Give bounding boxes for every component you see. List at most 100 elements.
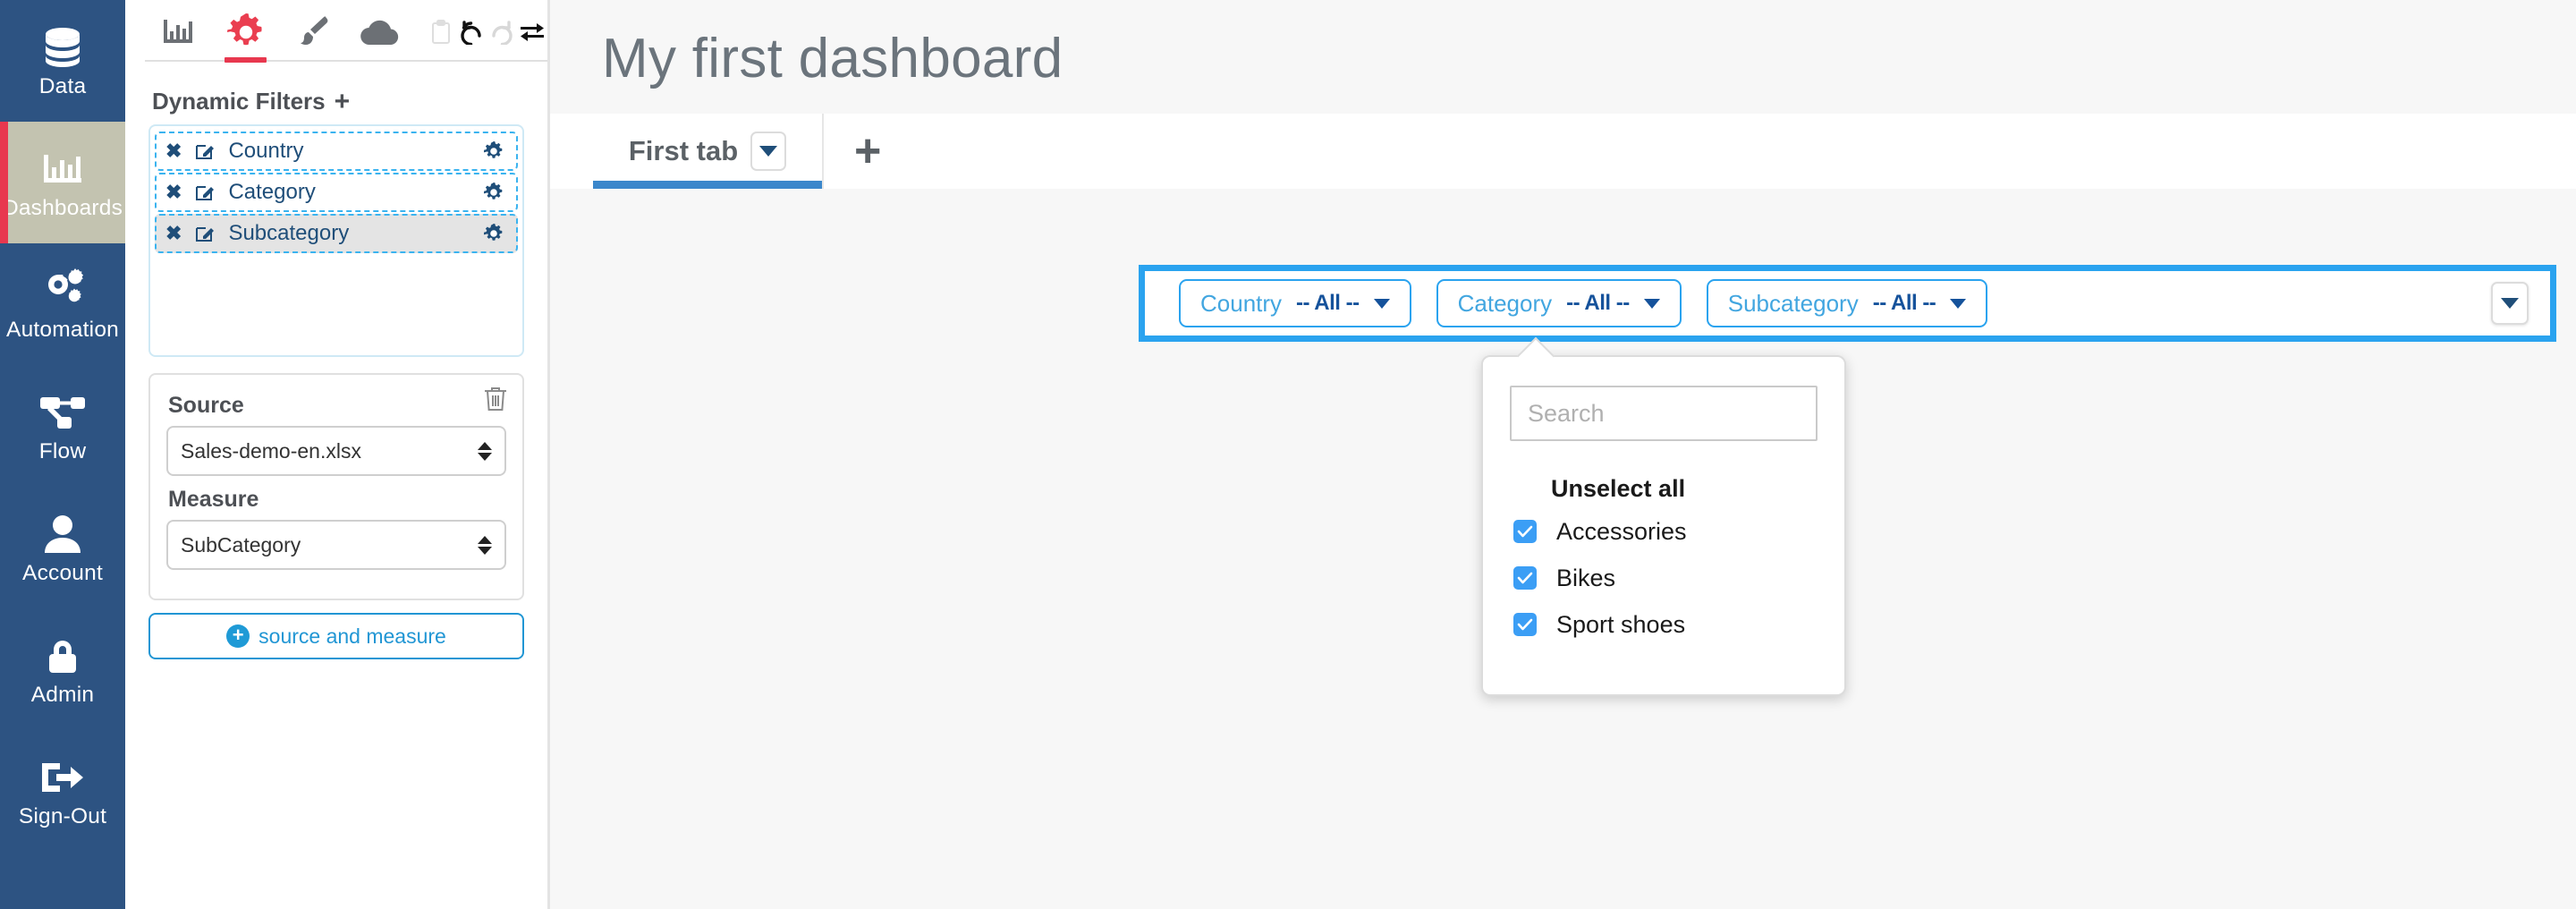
checkbox-checked-icon[interactable]	[1513, 566, 1537, 590]
dynamic-filter-label: Subcategory	[228, 221, 350, 245]
category-filter-dropdown: Unselect all Accessories Bikes Sport sho…	[1481, 355, 1846, 696]
sidebar-item-sign-out[interactable]: Sign-Out	[0, 730, 125, 852]
sign-out-icon	[38, 754, 88, 801]
chevron-down-icon	[1950, 298, 1967, 309]
dynamic-filter-item-country[interactable]: ✖ Country	[155, 132, 518, 171]
sidebar-item-account[interactable]: Account	[0, 487, 125, 608]
dropdown-option-accessories[interactable]: Accessories	[1510, 508, 1818, 555]
unselect-all-button[interactable]: Unselect all	[1551, 475, 1818, 503]
source-measure-card: Source Sales-demo-en.xlsx Measure SubCat…	[148, 373, 524, 600]
source-select[interactable]: Sales-demo-en.xlsx	[166, 426, 506, 476]
dynamic-filter-label: Country	[228, 139, 304, 163]
add-tab-button[interactable]: +	[824, 114, 911, 189]
edit-icon[interactable]	[194, 223, 216, 244]
filter-chip-name: Country	[1200, 289, 1283, 317]
chevron-down-icon	[1373, 298, 1390, 309]
tab-first-tab[interactable]: First tab	[593, 114, 824, 189]
measure-select[interactable]: SubCategory	[166, 520, 506, 570]
dynamic-filters-heading: Dynamic Filters +	[152, 88, 531, 115]
checkbox-checked-icon[interactable]	[1513, 613, 1537, 636]
dynamic-filters-title: Dynamic Filters	[152, 88, 326, 115]
sidebar-item-label: Sign-Out	[18, 803, 107, 828]
chevron-down-icon	[1643, 298, 1660, 309]
dropdown-option-sport-shoes[interactable]: Sport shoes	[1510, 601, 1818, 648]
flow-icon	[38, 389, 88, 436]
dynamic-filter-item-subcategory[interactable]: ✖ Subcategory	[155, 214, 518, 253]
edit-icon[interactable]	[194, 182, 216, 203]
source-label: Source	[168, 393, 244, 418]
dropdown-option-bikes[interactable]: Bikes	[1510, 555, 1818, 601]
sidebar-item-label: Data	[38, 73, 87, 98]
close-icon[interactable]: ✖	[165, 141, 182, 161]
plus-circle-icon: +	[226, 624, 250, 648]
filter-chip-name: Subcategory	[1727, 289, 1859, 317]
sidebar: Data Dashboards Automation Flow Account …	[0, 0, 125, 909]
sidebar-item-label: Admin	[30, 682, 95, 707]
bar-chart-icon	[38, 146, 88, 192]
filter-chip-value: -- All --	[1296, 291, 1360, 315]
gear-icon[interactable]	[484, 224, 504, 243]
dynamic-filters-list: ✖ Country ✖ Category ✖ Subcategory	[148, 124, 524, 357]
chevron-down-icon	[2501, 298, 2519, 309]
dropdown-option-label: Accessories	[1556, 517, 1687, 545]
measure-label: Measure	[168, 487, 259, 512]
sidebar-item-automation[interactable]: Automation	[0, 243, 125, 365]
redo-icon[interactable]	[487, 0, 517, 64]
sidebar-item-data[interactable]: Data	[0, 0, 125, 122]
filter-chip-subcategory[interactable]: Subcategory -- All --	[1706, 279, 1988, 327]
chart-icon[interactable]	[145, 0, 212, 64]
undo-icon[interactable]	[456, 0, 487, 64]
gear-icon[interactable]	[484, 141, 504, 161]
sidebar-item-label: Dashboards	[2, 195, 123, 220]
history-toolbar	[426, 0, 547, 64]
database-icon	[38, 24, 88, 71]
edit-icon[interactable]	[194, 140, 216, 162]
trash-icon[interactable]	[483, 386, 508, 417]
sidebar-item-label: Account	[22, 560, 103, 585]
cloud-icon[interactable]	[346, 0, 413, 64]
gear-icon[interactable]	[484, 183, 504, 202]
checkbox-checked-icon[interactable]	[1513, 520, 1537, 543]
chevron-down-icon	[759, 146, 778, 157]
main-content: My first dashboard First tab + Country -…	[550, 0, 2576, 909]
filter-chip-category[interactable]: Category -- All --	[1436, 279, 1682, 327]
lock-icon	[38, 633, 88, 679]
sidebar-item-dashboards[interactable]: Dashboards	[0, 122, 125, 243]
chevron-updown-icon	[478, 441, 492, 461]
dropdown-option-label: Bikes	[1556, 564, 1616, 591]
config-panel: Dynamic Filters + ✖ Country ✖ Category ✖…	[125, 0, 550, 909]
chevron-updown-icon	[478, 535, 492, 555]
sidebar-item-label: Automation	[6, 317, 119, 342]
tab-strip: First tab +	[550, 114, 2576, 189]
add-source-and-measure-label: source and measure	[258, 624, 446, 648]
close-icon[interactable]: ✖	[165, 224, 182, 243]
filter-bar: Country -- All -- Category -- All -- Sub…	[1139, 265, 2556, 342]
sidebar-item-flow[interactable]: Flow	[0, 365, 125, 487]
dynamic-filter-label: Category	[228, 180, 316, 204]
close-icon[interactable]: ✖	[165, 183, 182, 202]
measure-select-value: SubCategory	[181, 532, 301, 556]
search-input[interactable]	[1510, 386, 1818, 441]
tab-menu-button[interactable]	[750, 132, 787, 171]
app-root: Data Dashboards Automation Flow Account …	[0, 0, 2576, 909]
gears-icon	[38, 268, 88, 314]
swap-icon[interactable]	[517, 0, 547, 64]
clipboard-icon[interactable]	[426, 0, 456, 64]
tab-label: First tab	[628, 135, 739, 166]
add-source-and-measure-button[interactable]: + source and measure	[148, 613, 524, 659]
panel-body: Dynamic Filters + ✖ Country ✖ Category ✖…	[125, 88, 547, 659]
user-icon	[38, 511, 88, 557]
sidebar-item-admin[interactable]: Admin	[0, 608, 125, 730]
filter-chip-name: Category	[1457, 289, 1553, 317]
gear-icon[interactable]	[212, 0, 279, 64]
add-dynamic-filter-button[interactable]: +	[335, 88, 351, 115]
sidebar-item-label: Flow	[38, 438, 87, 463]
filter-chip-country[interactable]: Country -- All --	[1179, 279, 1411, 327]
filter-chip-value: -- All --	[1872, 291, 1936, 315]
panel-toolbar	[125, 0, 547, 64]
filter-bar-more-button[interactable]	[2491, 282, 2529, 325]
dynamic-filter-item-category[interactable]: ✖ Category	[155, 173, 518, 212]
paintbrush-icon[interactable]	[279, 0, 346, 64]
source-select-value: Sales-demo-en.xlsx	[181, 438, 361, 463]
dropdown-option-label: Sport shoes	[1556, 610, 1686, 638]
